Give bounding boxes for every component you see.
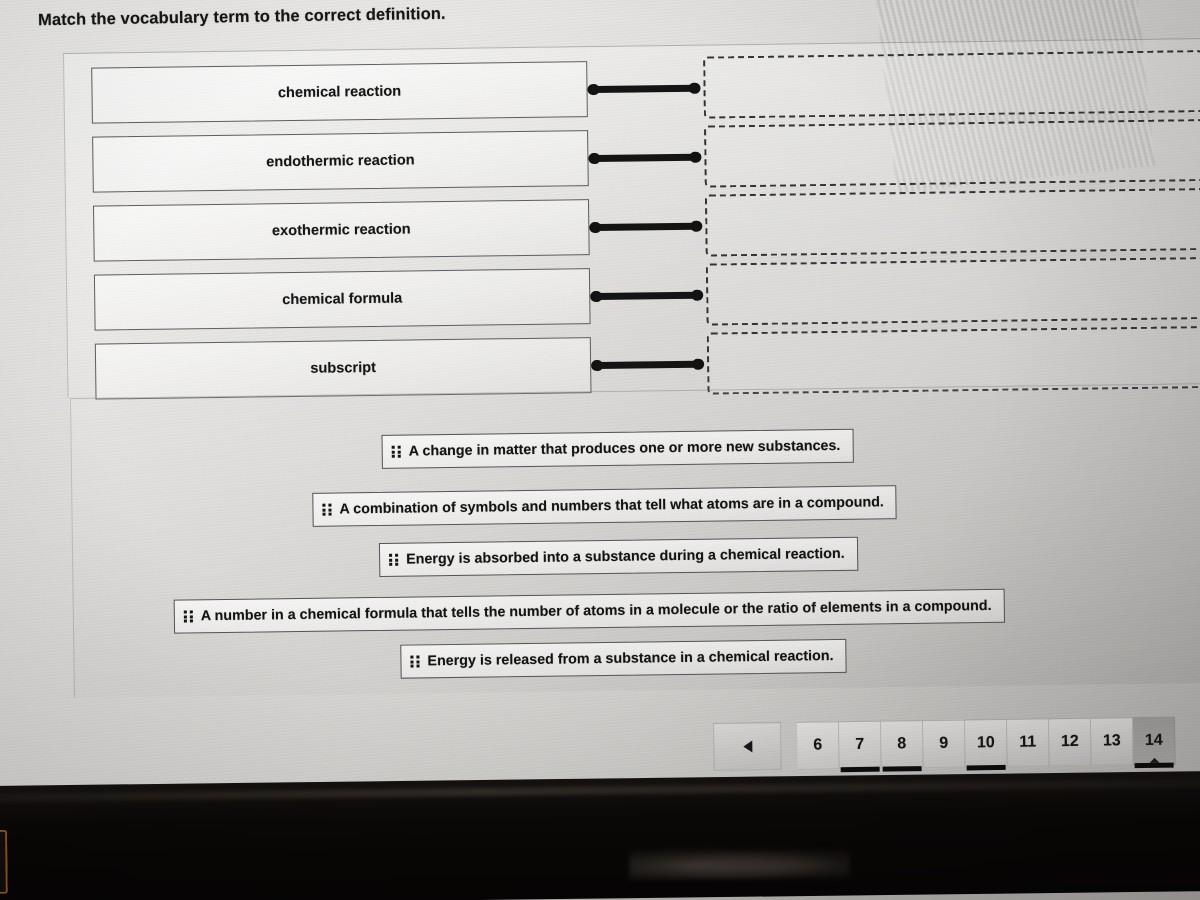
drop-zone-2[interactable] [704, 119, 1200, 188]
term-label: exothermic reaction [271, 221, 411, 240]
matching-panel: chemical reaction endothermic reaction e… [63, 38, 1200, 400]
drag-handle-icon[interactable] [410, 655, 420, 668]
definition-text: Energy is absorbed into a substance duri… [406, 545, 845, 568]
page-label: 7 [855, 735, 865, 754]
page-label: 13 [1102, 732, 1121, 750]
definition-text: A number in a chemical formula that tell… [200, 597, 992, 625]
quiz-content: Match the vocabulary term to the correct… [0, 0, 1200, 812]
drag-handle-icon[interactable] [183, 610, 193, 623]
term-box-exothermic-reaction[interactable]: exothermic reaction [93, 199, 590, 262]
page-label: 12 [1060, 732, 1079, 751]
drop-zone-3[interactable] [704, 188, 1200, 257]
page-label: 14 [1144, 731, 1163, 749]
definition-chip[interactable]: Energy is absorbed into a substance duri… [378, 536, 858, 577]
page-label: 8 [897, 735, 907, 753]
pagination-page-12[interactable]: 12 [1048, 717, 1092, 767]
term-box-subscript[interactable]: subscript [94, 337, 592, 400]
triangle-left-icon [742, 740, 752, 753]
page-label: 6 [813, 736, 823, 754]
term-box-chemical-formula[interactable]: chemical formula [93, 268, 591, 331]
current-page-caret-icon [1149, 757, 1160, 763]
term-label: chemical reaction [277, 83, 402, 102]
definition-text: A change in matter that produces one or … [408, 437, 841, 460]
page-label: 10 [976, 734, 995, 752]
link-connector-icon [587, 82, 701, 96]
term-label: chemical formula [282, 290, 403, 309]
photographed-screen: Match the vocabulary term to the correct… [0, 0, 1200, 900]
match-row: chemical reaction [64, 50, 1200, 124]
drag-handle-icon[interactable] [389, 553, 398, 566]
definition-chip[interactable]: A number in a chemical formula that tell… [173, 588, 1005, 634]
drop-zone-4[interactable] [705, 257, 1200, 326]
pagination-page-8[interactable]: 8 [880, 720, 924, 769]
corner-marker-icon [0, 829, 8, 895]
drag-handle-icon[interactable] [322, 503, 332, 516]
term-label: subscript [310, 359, 377, 377]
link-connector-icon [588, 151, 701, 165]
pagination-page-14[interactable]: 14 [1132, 716, 1176, 766]
definition-text: Energy is released from a substance in a… [427, 648, 834, 670]
term-box-endothermic-reaction[interactable]: endothermic reaction [92, 130, 589, 193]
definition-chip[interactable]: A combination of symbols and numbers tha… [312, 485, 898, 527]
definition-text: A combination of symbols and numbers tha… [339, 494, 884, 518]
page-label: 11 [1019, 733, 1037, 751]
page-title: Match the vocabulary term to the correct… [37, 4, 446, 30]
definition-chip[interactable]: A change in matter that produces one or … [381, 428, 854, 469]
match-row: endothermic reaction [65, 119, 1200, 193]
pagination-page-13[interactable]: 13 [1090, 717, 1134, 766]
pagination-prev-button[interactable] [713, 722, 782, 771]
match-row: chemical formula [67, 257, 1200, 331]
pagination-page-7[interactable]: 7 [838, 720, 882, 770]
link-connector-icon [591, 358, 704, 372]
drop-zone-1[interactable] [703, 50, 1200, 119]
definition-chip[interactable]: Energy is released from a substance in a… [400, 638, 847, 679]
page-label: 9 [939, 734, 949, 752]
term-label: endothermic reaction [266, 152, 415, 171]
monitor-bezel [0, 770, 1200, 900]
link-connector-icon [590, 289, 703, 303]
match-row: exothermic reaction [66, 188, 1200, 262]
pagination-page-10[interactable]: 10 [964, 718, 1008, 768]
pagination-page-11[interactable]: 11 [1006, 718, 1050, 767]
link-connector-icon [589, 220, 702, 234]
definition-bank-panel: A change in matter that produces one or … [70, 383, 1200, 698]
term-box-chemical-reaction[interactable]: chemical reaction [91, 61, 588, 124]
pagination-page-6[interactable]: 6 [796, 721, 840, 770]
bezel-reflection [629, 843, 850, 881]
pagination: 6 7 8 9 10 11 12 13 14 [713, 716, 1176, 771]
pagination-page-9[interactable]: 9 [922, 719, 966, 769]
drag-handle-icon[interactable] [391, 445, 401, 458]
